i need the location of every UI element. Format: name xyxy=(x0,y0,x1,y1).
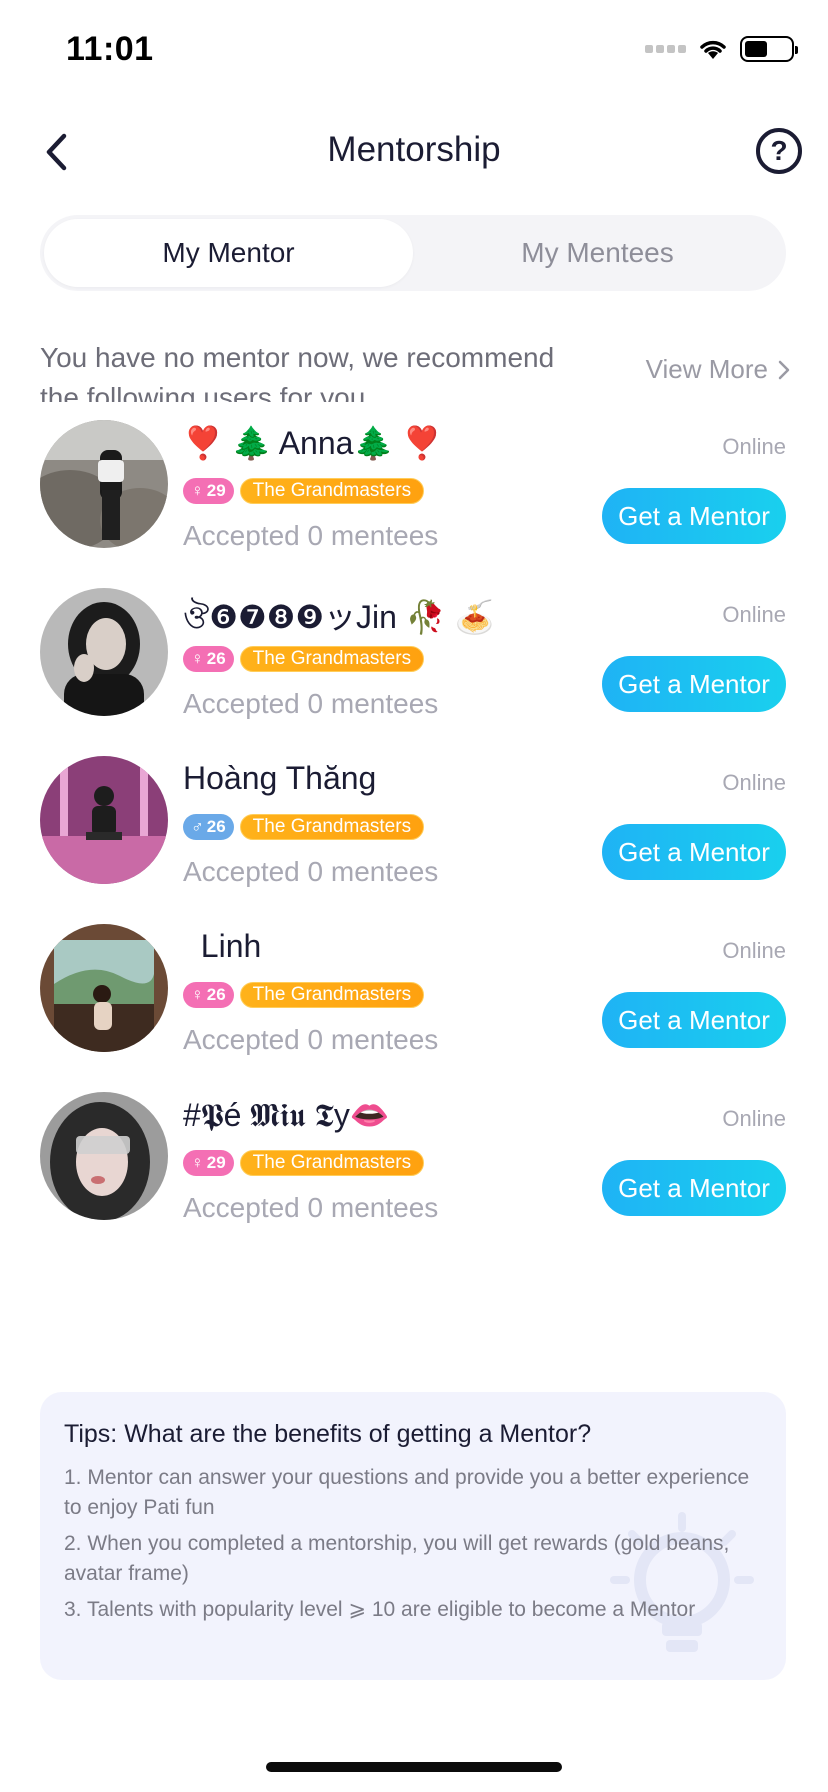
age-label: 26 xyxy=(206,649,226,668)
get-mentor-button[interactable]: Get a Mentor xyxy=(602,824,786,880)
tab-bar: My Mentor My Mentees xyxy=(40,215,786,291)
gender-age-badge: ♀ 29 xyxy=(183,478,234,504)
question-mark-icon: ? xyxy=(770,135,788,166)
male-icon: ♂ xyxy=(191,817,204,836)
tab-my-mentor[interactable]: My Mentor xyxy=(44,219,413,287)
avatar[interactable] xyxy=(40,756,168,884)
mentor-row: Hoàng Thăng ♂ 26 The Grandmasters Accept… xyxy=(0,756,828,924)
mentor-name: Linh xyxy=(183,928,262,964)
gender-age-badge: ♀ 26 xyxy=(183,982,234,1008)
view-more-label: View More xyxy=(645,354,768,384)
cellular-signal-icon xyxy=(645,45,686,53)
mentor-row: ঔ❻❼❽❾ッJin 🥀 🍝 ♀ 26 The Grandmasters Acce… xyxy=(0,588,828,756)
get-mentor-button[interactable]: Get a Mentor xyxy=(602,488,786,544)
wifi-icon xyxy=(700,40,726,59)
female-icon: ♀ xyxy=(191,649,204,668)
tips-item: 2. When you completed a mentorship, you … xyxy=(64,1532,730,1585)
battery-icon xyxy=(740,36,798,62)
page-title: Mentorship xyxy=(327,130,501,169)
nav-bar: Mentorship ? xyxy=(0,110,828,194)
female-icon: ♀ xyxy=(191,481,204,500)
age-label: 29 xyxy=(206,1153,226,1172)
get-mentor-button[interactable]: Get a Mentor xyxy=(602,992,786,1048)
level-badge: The Grandmasters xyxy=(239,646,425,672)
level-badge: The Grandmasters xyxy=(239,1150,425,1176)
online-status: Online xyxy=(722,1106,786,1131)
gender-age-badge: ♀ 29 xyxy=(183,1150,234,1176)
gender-age-badge: ♂ 26 xyxy=(183,814,234,840)
accepted-count: Accepted 0 mentees xyxy=(183,520,439,551)
mentor-name: #𝕻é 𝕸𝖎𝖚 𝕿y👄 xyxy=(183,1097,390,1133)
mentor-name: Hoàng Thăng xyxy=(183,760,377,796)
mentor-name: ❣️ 🌲 Anna🌲 ❣️ xyxy=(183,425,443,461)
tab-my-mentees[interactable]: My Mentees xyxy=(413,219,782,287)
status-bar: 11:01 xyxy=(0,0,828,100)
level-badge: The Grandmasters xyxy=(239,814,425,840)
online-status: Online xyxy=(722,434,786,459)
online-status: Online xyxy=(722,938,786,963)
tips-title: Tips: What are the benefits of getting a… xyxy=(64,1420,592,1448)
mentor-name: ঔ❻❼❽❾ッJin 🥀 🍝 xyxy=(183,599,495,635)
avatar[interactable] xyxy=(40,1092,168,1220)
help-button[interactable]: ? xyxy=(756,128,802,174)
tips-card: Tips: What are the benefits of getting a… xyxy=(40,1392,786,1680)
age-label: 26 xyxy=(206,985,226,1004)
accepted-count: Accepted 0 mentees xyxy=(183,688,439,719)
gender-age-badge: ♀ 26 xyxy=(183,646,234,672)
avatar[interactable] xyxy=(40,420,168,548)
online-status: Online xyxy=(722,602,786,627)
age-label: 29 xyxy=(206,481,226,500)
accepted-count: Accepted 0 mentees xyxy=(183,1024,439,1055)
female-icon: ♀ xyxy=(191,1153,204,1172)
avatar[interactable] xyxy=(40,924,168,1052)
get-mentor-button[interactable]: Get a Mentor xyxy=(602,1160,786,1216)
avatar[interactable] xyxy=(40,588,168,716)
mentor-row: #𝕻é 𝕸𝖎𝖚 𝕿y👄 ♀ 29 The Grandmasters Accept… xyxy=(0,1092,828,1260)
badges: ♀ 26 The Grandmasters xyxy=(183,982,425,1008)
level-badge: The Grandmasters xyxy=(239,478,425,504)
intro-text: You have no mentor now, we recommend the… xyxy=(40,342,555,402)
view-more-link[interactable]: View More xyxy=(646,354,790,385)
age-label: 26 xyxy=(206,817,226,836)
status-time: 11:01 xyxy=(66,30,154,68)
female-icon: ♀ xyxy=(191,985,204,1004)
badges: ♀ 29 The Grandmasters xyxy=(183,478,425,504)
tips-item: 1. Mentor can answer your questions and … xyxy=(64,1466,750,1519)
accepted-count: Accepted 0 mentees xyxy=(183,1192,439,1223)
mentor-row: Linh ♀ 26 The Grandmasters Accepted 0 me… xyxy=(0,924,828,1092)
tips-item: 3. Talents with popularity level ⩾ 10 ar… xyxy=(64,1598,696,1621)
online-status: Online xyxy=(722,770,786,795)
badges: ♀ 29 The Grandmasters xyxy=(183,1150,425,1176)
get-mentor-button[interactable]: Get a Mentor xyxy=(602,656,786,712)
badges: ♀ 26 The Grandmasters xyxy=(183,646,425,672)
badges: ♂ 26 The Grandmasters xyxy=(183,814,425,840)
mentor-list: ❣️ 🌲 Anna🌲 ❣️ ♀ 29 The Grandmasters Acce… xyxy=(0,420,828,1260)
mentor-row: ❣️ 🌲 Anna🌲 ❣️ ♀ 29 The Grandmasters Acce… xyxy=(0,420,828,588)
accepted-count: Accepted 0 mentees xyxy=(183,856,439,887)
chevron-right-icon xyxy=(778,360,790,379)
status-icons xyxy=(645,36,798,62)
home-indicator xyxy=(266,1762,562,1772)
level-badge: The Grandmasters xyxy=(239,982,425,1008)
